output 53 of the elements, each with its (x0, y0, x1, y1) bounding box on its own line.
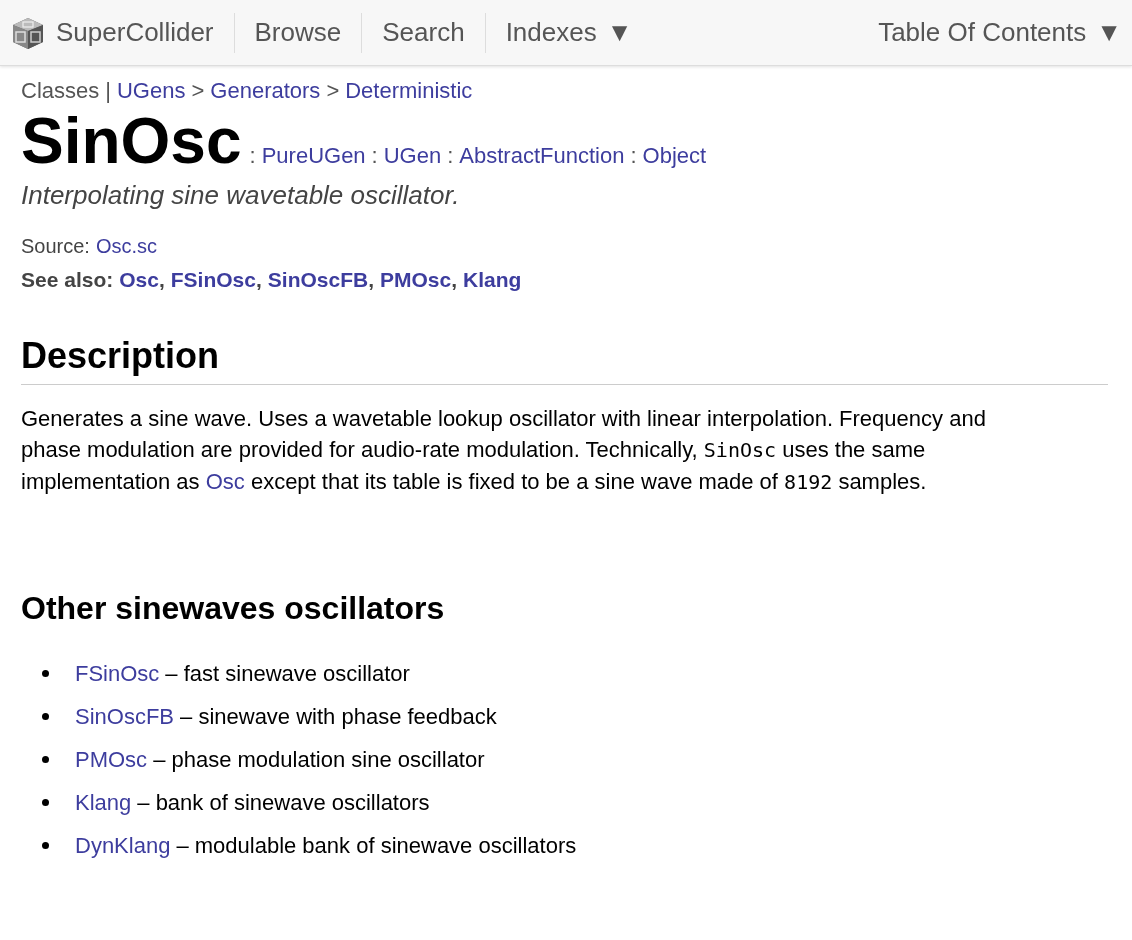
separator: | (105, 78, 111, 104)
class-link[interactable]: SinOscFB (75, 703, 175, 730)
item-description: – modulable bank of sinewave oscillators (176, 832, 577, 859)
source-link[interactable]: Osc.sc (95, 235, 158, 258)
see-also-link[interactable]: PMOsc (380, 268, 452, 292)
menu-link[interactable]: Table Of Contents ▼ (858, 12, 1122, 53)
item-description: – sinewave with phase feedback (180, 703, 497, 730)
class-link[interactable]: Klang (75, 789, 132, 816)
nav-link[interactable]: Browse (234, 12, 362, 53)
see-also-link[interactable]: Osc (119, 268, 159, 292)
separator: : (249, 143, 256, 169)
item-description: – bank of sinewave oscillators (137, 789, 430, 816)
superclass-link[interactable]: Object (642, 143, 707, 169)
superclass-link[interactable]: AbstractFunction (459, 143, 625, 169)
separator: : (371, 143, 378, 169)
superclass-link[interactable]: PureUGen (261, 143, 366, 169)
class-link[interactable]: DynKlang (75, 832, 171, 859)
see-also-link[interactable]: FSinOsc (170, 268, 256, 292)
separator: , (451, 268, 458, 292)
bullet-icon (42, 670, 49, 677)
section-heading: Other sinewaves oscillators (21, 589, 446, 628)
separator: , (158, 268, 165, 292)
item-description: – phase modulation sine oscillator (153, 746, 485, 773)
bullet-icon (42, 842, 49, 849)
nav-link[interactable]: Search (362, 12, 485, 53)
see-also-link[interactable]: Klang (463, 268, 522, 292)
link[interactable]: Osc (205, 469, 245, 494)
item-description: – fast sinewave oscillator (165, 660, 410, 687)
breadcrumb-text: Classes (21, 78, 100, 104)
superclass-link[interactable]: UGen (383, 143, 442, 169)
separator: , (368, 268, 374, 292)
separator: : (447, 143, 454, 169)
page-title: SinOsc (21, 108, 242, 174)
breadcrumb-link[interactable]: Generators (210, 78, 321, 104)
section-heading: Description (21, 334, 1108, 385)
bullet-icon (42, 756, 49, 763)
menu-link[interactable]: Indexes ▼ (485, 12, 653, 53)
separator: > (191, 78, 205, 104)
class-link[interactable]: FSinOsc (75, 660, 160, 687)
breadcrumb-link[interactable]: Deterministic (345, 78, 473, 104)
bullet-icon (42, 713, 49, 720)
summary-text: Interpolating sine wavetable oscillator. (21, 180, 461, 211)
see-also-label: See also: (21, 268, 114, 292)
home-link[interactable]: SuperCollider (10, 12, 234, 53)
separator: > (326, 78, 340, 104)
class-link[interactable]: PMOsc (75, 746, 148, 773)
source-label: Source: (21, 235, 90, 258)
breadcrumb-link[interactable]: UGens (116, 78, 186, 104)
see-also-link[interactable]: SinOscFB (267, 268, 369, 292)
description-text: Generates a sine wave. Uses a wavetable lookup oscillator with linear interpolation. Frequency and phase modulation are provided for audio-rate modulation. Technically, SinOsc uses the same implementation as Osc except that its table is fixed to be a sine wave made of 8192 samples. (21, 405, 987, 496)
separator: : (630, 143, 637, 169)
separator: , (255, 268, 262, 292)
bullet-icon (42, 799, 49, 806)
